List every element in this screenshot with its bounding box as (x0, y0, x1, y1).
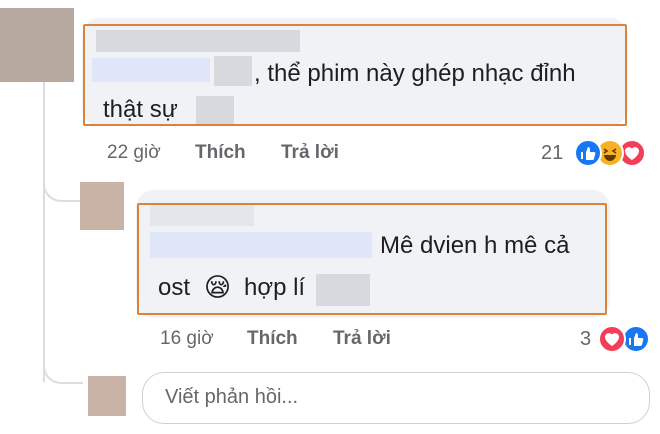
comment-reaction-count[interactable]: 21 (541, 142, 563, 165)
replier-avatar[interactable] (80, 182, 124, 230)
thread-line-curve-reply (43, 168, 83, 202)
thread-line-curve-input (43, 352, 83, 384)
comment-timestamp[interactable]: 22 giờ (107, 142, 161, 164)
reply-reply-link[interactable]: Trả lời (333, 328, 391, 350)
comment-like-link[interactable]: Thích (195, 142, 246, 164)
like-icon (622, 325, 650, 353)
love-icon (598, 325, 626, 353)
reply-input[interactable]: Viết phản hồi... (142, 372, 650, 424)
comment-highlight-frame (83, 24, 627, 126)
reply-like-link[interactable]: Thích (247, 328, 298, 350)
comment-reply-link[interactable]: Trả lời (281, 142, 339, 164)
commenter-avatar[interactable] (0, 8, 74, 82)
reply-highlight-frame (137, 203, 607, 315)
reply-input-placeholder: Viết phản hồi... (165, 386, 299, 408)
reply-timestamp[interactable]: 16 giờ (160, 328, 214, 350)
thread-line-vertical (43, 70, 45, 382)
reply-reaction-count[interactable]: 3 (580, 328, 591, 351)
current-user-avatar[interactable] (88, 376, 126, 416)
like-icon (574, 139, 602, 167)
